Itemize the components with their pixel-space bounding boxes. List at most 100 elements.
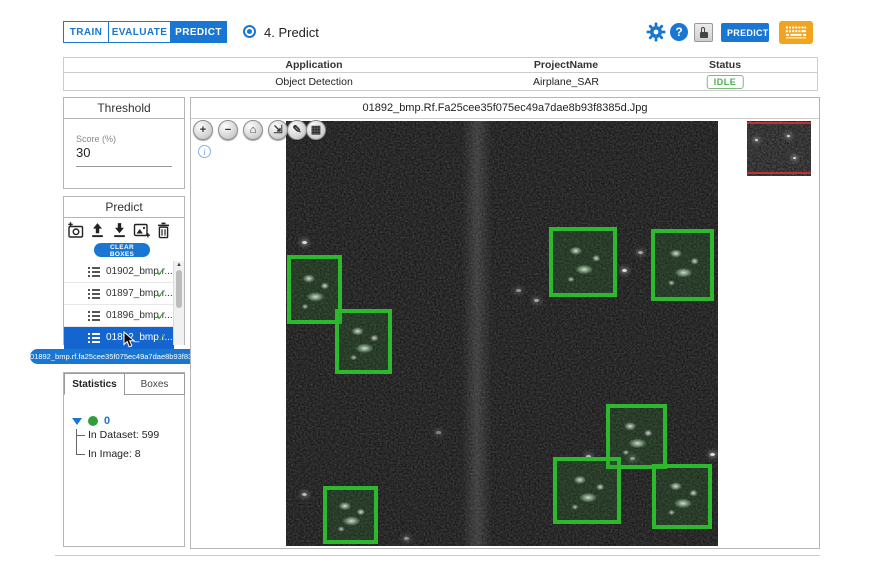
project-table-header: Application ProjectName Status (63, 57, 818, 73)
projectname-value: Airplane_SAR (533, 76, 599, 88)
bottom-divider (55, 555, 820, 556)
detection-box[interactable] (651, 229, 714, 301)
viewport-indicator-top (747, 122, 811, 124)
add-image-button[interactable] (133, 222, 150, 239)
step-label: 4. Predict (264, 25, 319, 40)
predict-panel: Predict (63, 196, 185, 345)
trash-icon (156, 222, 171, 239)
col-projectname: ProjectName (534, 59, 598, 71)
sar-speck (534, 299, 539, 302)
tab-train[interactable]: TRAIN (63, 21, 109, 43)
info-icon[interactable]: i (198, 145, 211, 158)
file-row-01896[interactable]: 01896_bmp.r... ✓ (64, 305, 174, 327)
tab-boxes[interactable]: Boxes (124, 373, 185, 395)
thumb-speck (755, 139, 758, 141)
sar-image[interactable] (286, 121, 718, 546)
sar-speck (436, 431, 441, 434)
download-button[interactable] (111, 222, 128, 239)
score-label: Score (%) (76, 134, 116, 144)
add-image-icon (133, 222, 150, 239)
upload-button[interactable] (89, 222, 106, 239)
col-status: Status (709, 59, 741, 71)
lock-icon (700, 32, 708, 38)
sar-speck (516, 289, 521, 292)
tree-line (76, 429, 77, 455)
image-viewer-panel: 01892_bmp.Rf.Fa25cee35f075ec49a7dae8b93f… (190, 97, 820, 549)
in-dataset-count: In Dataset: 599 (88, 429, 159, 441)
viewport-indicator-bottom (747, 172, 811, 174)
tree-line (76, 454, 85, 455)
status-cell: IDLE (707, 75, 744, 89)
sar-speck (302, 241, 307, 244)
navigator-thumbnail[interactable] (747, 121, 811, 176)
threshold-panel: Threshold Score (%) 30 (63, 97, 185, 189)
check-icon: ✓ (156, 265, 166, 279)
zoom-out-button[interactable]: − (218, 120, 238, 140)
tab-statistics[interactable]: Statistics (64, 373, 125, 395)
gear-icon (646, 22, 666, 42)
list-icon (88, 267, 100, 277)
detection-box[interactable] (287, 255, 342, 324)
sar-speck (404, 537, 409, 540)
file-row-01897[interactable]: 01897_bmp.r... ✓ (64, 283, 174, 305)
check-icon: ✓ (156, 287, 166, 301)
col-application: Application (285, 59, 342, 71)
clear-boxes-button[interactable]: CLEAR BOXES (94, 243, 150, 257)
threshold-title: Threshold (64, 98, 184, 119)
thumb-speck (793, 157, 796, 159)
edit-button[interactable]: ✎ (287, 120, 307, 140)
status-badge: IDLE (707, 75, 744, 89)
prediction-file-list: 01902_bmp.r... ✓ 01897_bmp.r... ✓ 01896_… (64, 261, 174, 349)
file-row-01892[interactable]: 01892_bmp.r... ✓ (64, 327, 174, 349)
class-tree-node[interactable]: 0 (72, 415, 110, 427)
sar-speck (710, 453, 715, 456)
zoom-in-button[interactable]: + (193, 120, 213, 140)
thumbnail-noise (747, 121, 811, 176)
delete-button[interactable] (155, 222, 172, 239)
collapse-triangle-icon[interactable] (72, 418, 82, 425)
add-a-photo-icon (67, 222, 84, 239)
detection-box[interactable] (549, 227, 617, 297)
class-id: 0 (104, 415, 110, 427)
detection-box[interactable] (323, 486, 378, 544)
check-icon: ✓ (156, 309, 166, 323)
scroll-up-icon[interactable]: ▲ (174, 262, 184, 268)
lock-button[interactable] (694, 23, 713, 42)
add-photo-button[interactable] (67, 222, 84, 239)
file-list-scrollbar[interactable]: ▲ (173, 261, 184, 345)
viewer-image-title: 01892_bmp.Rf.Fa25cee35f075ec49a7dae8b93f… (191, 98, 819, 119)
download-icon (111, 222, 128, 239)
check-icon: ✓ (156, 331, 166, 345)
radio-dot-icon (247, 29, 252, 34)
help-icon[interactable]: ? (670, 23, 688, 41)
step-radio[interactable] (243, 25, 256, 38)
detection-box[interactable] (652, 464, 712, 529)
predict-toolbar (64, 221, 174, 239)
project-table-row[interactable]: Object Detection Airplane_SAR IDLE (63, 72, 818, 91)
list-icon (88, 289, 100, 299)
settings-button[interactable] (646, 22, 666, 42)
predict-run-button[interactable]: PREDICT (721, 23, 769, 42)
score-input-underline (76, 166, 172, 167)
scrollbar-thumb[interactable] (176, 270, 182, 308)
sar-speck (622, 269, 627, 272)
detection-box[interactable] (553, 457, 621, 524)
tab-evaluate[interactable]: EVALUATE (108, 21, 171, 43)
file-row-01902[interactable]: 01902_bmp.r... ✓ (64, 261, 174, 283)
tree-line (76, 435, 85, 436)
home-button[interactable]: ⌂ (243, 120, 263, 140)
predict-title: Predict (64, 197, 184, 218)
keyboard-button[interactable] (779, 21, 813, 44)
statistics-panel: Statistics Boxes 0 In Dataset: 599 In Im… (63, 372, 185, 547)
detection-box[interactable] (335, 309, 392, 374)
app-window: TRAIN EVALUATE PREDICT 4. Predict (0, 0, 880, 563)
application-value: Object Detection (275, 76, 353, 88)
tab-predict[interactable]: PREDICT (170, 21, 227, 43)
keyboard-icon (785, 25, 807, 40)
score-input[interactable]: 30 (76, 145, 90, 160)
full-page-button[interactable]: ⇲ (268, 120, 288, 140)
thumb-speck (787, 135, 790, 137)
class-color-dot (88, 416, 98, 426)
grid-button[interactable]: ▦ (306, 120, 326, 140)
upload-icon (89, 222, 106, 239)
